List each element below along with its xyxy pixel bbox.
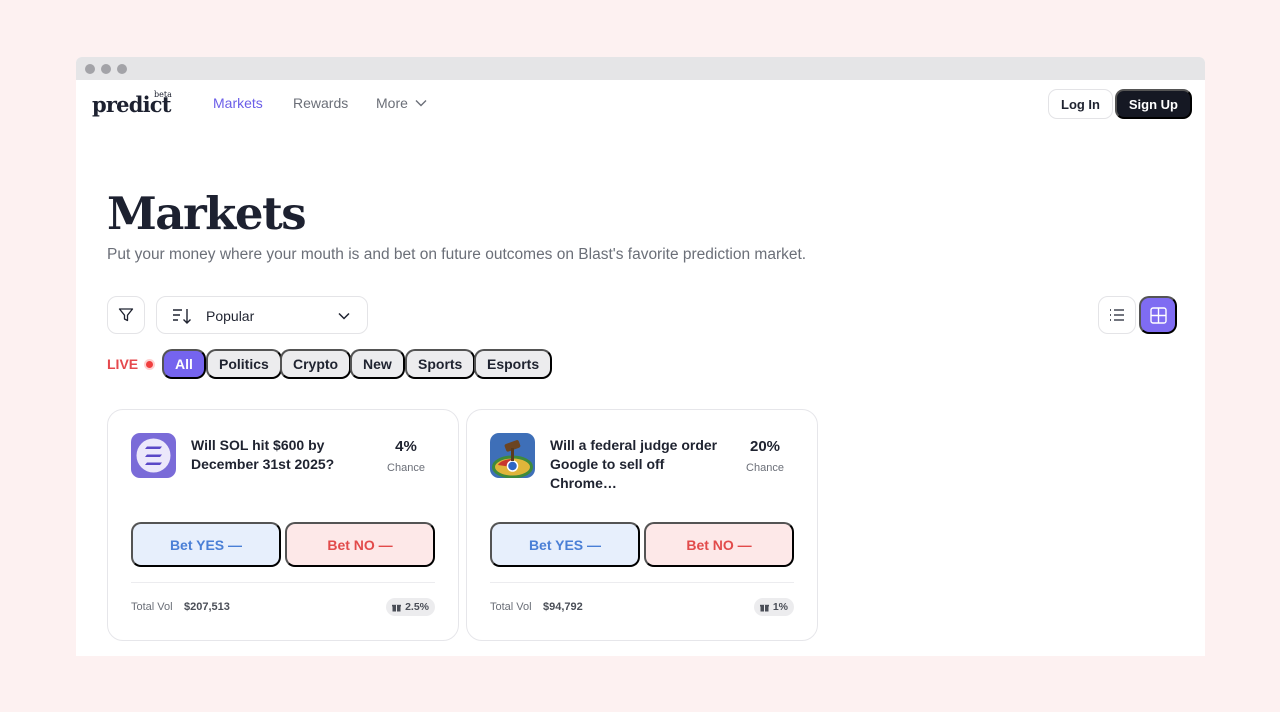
solana-icon — [131, 433, 176, 478]
window-titlebar — [76, 57, 1205, 80]
login-button[interactable]: Log In — [1048, 89, 1113, 119]
top-nav: predict beta Markets Rewards More Log In… — [76, 80, 1205, 128]
page-title: Markets — [107, 187, 307, 240]
total-vol-label: Total Vol — [131, 601, 173, 613]
grid-view-button[interactable] — [1139, 296, 1177, 334]
list-view-button[interactable] — [1098, 296, 1136, 334]
total-vol-value: $94,792 — [543, 601, 583, 613]
window-dot[interactable] — [117, 63, 127, 74]
nav-link-markets[interactable]: Markets — [213, 95, 263, 111]
fee-value: 2.5% — [405, 601, 429, 613]
page-subtitle: Put your money where your mouth is and b… — [107, 246, 807, 263]
bet-no-button[interactable]: Bet NO — — [285, 522, 435, 567]
market-chance-percent: 20% — [749, 438, 781, 455]
chip-politics[interactable]: Politics — [206, 349, 282, 379]
market-card[interactable]: Will a federal judge order Google to sel… — [466, 409, 818, 641]
market-card[interactable]: Will SOL hit $600 by December 31st 2025?… — [107, 409, 459, 641]
live-dot-icon — [144, 358, 156, 370]
filter-button[interactable] — [107, 296, 145, 334]
gift-icon — [759, 604, 769, 611]
total-vol-value: $207,513 — [184, 601, 230, 613]
grid-icon — [1149, 306, 1167, 324]
live-label: LIVE — [107, 356, 139, 372]
market-chance-label: Chance — [746, 462, 784, 474]
sort-dropdown[interactable]: Popular — [156, 296, 368, 334]
bet-yes-button[interactable]: Bet YES — — [490, 522, 640, 567]
market-question[interactable]: Will SOL hit $600 by December 31st 2025? — [191, 436, 361, 474]
fee-badge: 2.5% — [386, 598, 435, 616]
chip-crypto[interactable]: Crypto — [280, 349, 352, 379]
chevron-down-icon — [415, 100, 427, 107]
nav-more-label: More — [376, 95, 408, 111]
bet-no-button[interactable]: Bet NO — — [644, 522, 794, 567]
card-divider — [490, 582, 794, 583]
live-indicator[interactable]: LIVE — [107, 356, 156, 372]
chevron-down-icon — [338, 312, 350, 320]
filter-icon — [118, 308, 134, 322]
sort-value: Popular — [206, 308, 255, 324]
chip-esports[interactable]: Esports — [474, 349, 553, 379]
fee-badge: 1% — [753, 598, 794, 616]
chip-sports[interactable]: Sports — [405, 349, 476, 379]
logo[interactable]: predict beta — [92, 90, 172, 118]
signup-button[interactable]: Sign Up — [1114, 89, 1192, 119]
market-chance-label: Chance — [387, 462, 425, 474]
window-dot[interactable] — [101, 63, 111, 74]
beta-badge: beta — [154, 90, 172, 99]
window-dot[interactable] — [85, 63, 95, 74]
list-icon — [1110, 309, 1124, 321]
bet-yes-button[interactable]: Bet YES — — [131, 522, 281, 567]
browser-window: predict beta Markets Rewards More Log In… — [76, 57, 1205, 656]
card-divider — [131, 582, 435, 583]
total-vol-label: Total Vol — [490, 601, 532, 613]
nav-link-rewards[interactable]: Rewards — [293, 95, 348, 111]
chip-new[interactable]: New — [350, 349, 405, 379]
market-question[interactable]: Will a federal judge order Google to sel… — [550, 436, 720, 493]
sort-icon — [173, 309, 191, 324]
market-chance-percent: 4% — [395, 438, 417, 455]
gavel-chrome-icon — [490, 433, 535, 478]
fee-value: 1% — [772, 601, 788, 613]
gift-icon — [392, 604, 402, 611]
nav-dropdown-more[interactable]: More — [376, 95, 428, 111]
chip-all[interactable]: All — [162, 349, 206, 379]
